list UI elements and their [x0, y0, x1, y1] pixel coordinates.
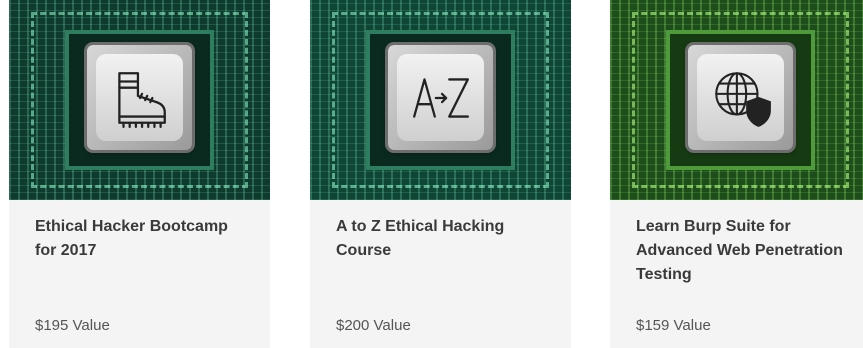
course-title[interactable]: Learn Burp Suite for Advanced Web Penetr… — [636, 215, 845, 287]
course-price: $200 Value — [336, 317, 411, 334]
cpu-chip — [388, 45, 493, 150]
course-thumbnail[interactable] — [310, 0, 571, 200]
a-to-z-icon — [412, 77, 469, 118]
boot-icon — [117, 71, 166, 128]
course-thumbnail[interactable] — [9, 0, 270, 200]
course-thumbnail[interactable] — [610, 0, 863, 200]
course-card[interactable]: A to Z Ethical Hacking Course $200 Value — [310, 0, 571, 348]
course-card[interactable]: Learn Burp Suite for Advanced Web Penetr… — [610, 0, 863, 348]
cpu-chip — [688, 45, 793, 150]
course-price: $159 Value — [636, 317, 711, 334]
course-title[interactable]: Ethical Hacker Bootcamp for 2017 — [35, 215, 244, 263]
course-title[interactable]: A to Z Ethical Hacking Course — [336, 215, 545, 263]
globe-shield-icon — [714, 71, 771, 127]
course-price: $195 Value — [35, 317, 110, 334]
course-card[interactable]: Ethical Hacker Bootcamp for 2017 $195 Va… — [9, 0, 270, 348]
cpu-chip — [87, 45, 192, 150]
